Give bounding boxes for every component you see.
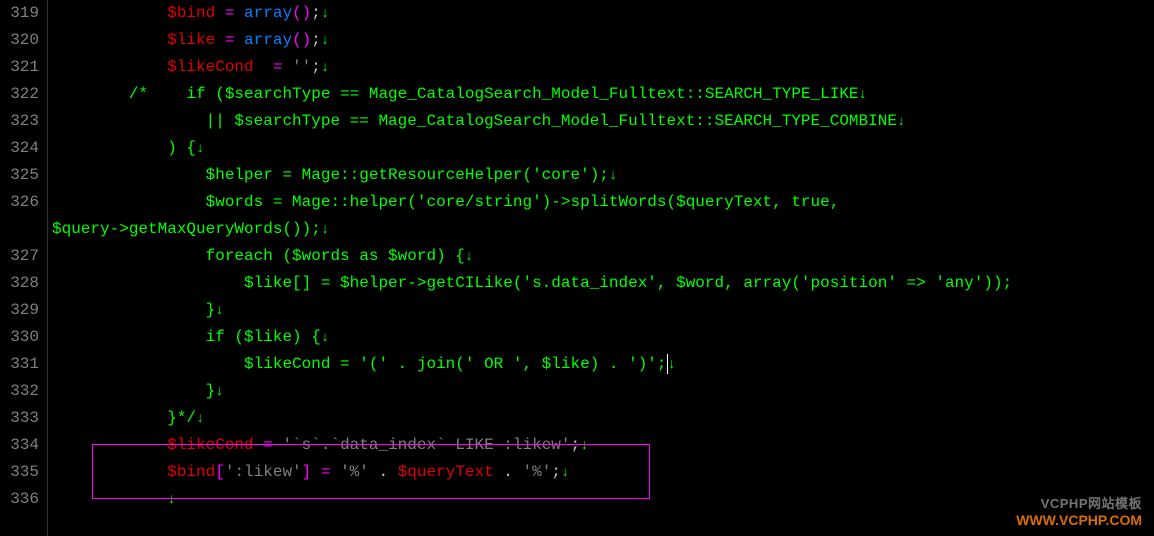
newline-icon: ↓: [321, 33, 329, 49]
newline-icon: ↓: [609, 168, 617, 184]
newline-icon: ↓: [859, 87, 867, 103]
line-number: 335: [4, 459, 39, 486]
code-line[interactable]: || $searchType == Mage_CatalogSearch_Mod…: [52, 108, 1154, 135]
newline-icon: ↓: [196, 141, 204, 157]
newline-icon: ↓: [321, 222, 329, 238]
watermark-line1: VCPHP网站模板: [1016, 493, 1142, 512]
line-number: 322: [4, 81, 39, 108]
newline-icon: ↓: [196, 411, 204, 427]
line-number: 326: [4, 189, 39, 216]
newline-icon: ↓: [465, 249, 473, 265]
code-line[interactable]: $likeCond = '(' . join(' OR ', $like) . …: [52, 351, 1154, 378]
code-editor: 319 320 321 322 323 324 325 326 327 328 …: [0, 0, 1154, 536]
code-area[interactable]: $bind = array();↓ $like = array();↓ $lik…: [48, 0, 1154, 536]
code-line[interactable]: }↓: [52, 378, 1154, 405]
code-line[interactable]: $bind[':likew'] = '%' . $queryText . '%'…: [52, 459, 1154, 486]
code-line[interactable]: ) {↓: [52, 135, 1154, 162]
code-line[interactable]: $helper = Mage::getResourceHelper('core'…: [52, 162, 1154, 189]
newline-icon: ↓: [321, 330, 329, 346]
newline-icon: ↓: [215, 384, 223, 400]
line-number: 321: [4, 54, 39, 81]
line-number: 320: [4, 27, 39, 54]
newline-icon: ↓: [580, 438, 588, 454]
newline-icon: ↓: [668, 357, 676, 373]
line-number: [4, 216, 39, 243]
line-number: 328: [4, 270, 39, 297]
line-number: 323: [4, 108, 39, 135]
line-number: 329: [4, 297, 39, 324]
newline-icon: ↓: [897, 114, 905, 130]
line-number: 319: [4, 0, 39, 27]
code-line[interactable]: /* if ($searchType == Mage_CatalogSearch…: [52, 81, 1154, 108]
code-line[interactable]: ↓: [52, 486, 1154, 513]
code-line[interactable]: $like[] = $helper->getCILike('s.data_ind…: [52, 270, 1154, 297]
code-line[interactable]: }↓: [52, 297, 1154, 324]
line-gutter: 319 320 321 322 323 324 325 326 327 328 …: [0, 0, 48, 536]
watermark-line2: WWW.VCPHP.COM: [1016, 512, 1142, 528]
line-number: 332: [4, 378, 39, 405]
newline-icon: ↓: [321, 60, 329, 76]
code-line[interactable]: if ($like) {↓: [52, 324, 1154, 351]
code-line[interactable]: foreach ($words as $word) {↓: [52, 243, 1154, 270]
line-number: 333: [4, 405, 39, 432]
line-number: 325: [4, 162, 39, 189]
code-line[interactable]: $query->getMaxQueryWords());↓: [52, 216, 1154, 243]
watermark: VCPHP网站模板 WWW.VCPHP.COM: [1016, 493, 1142, 528]
line-number: 331: [4, 351, 39, 378]
newline-icon: ↓: [167, 492, 175, 508]
line-number: 334: [4, 432, 39, 459]
code-line[interactable]: $likeCond = '';↓: [52, 54, 1154, 81]
line-number: 336: [4, 486, 39, 513]
newline-icon: ↓: [215, 303, 223, 319]
newline-icon: ↓: [561, 465, 569, 481]
code-line[interactable]: }*/↓: [52, 405, 1154, 432]
line-number: 327: [4, 243, 39, 270]
code-line[interactable]: $words = Mage::helper('core/string')->sp…: [52, 189, 1154, 216]
line-number: 324: [4, 135, 39, 162]
code-line[interactable]: $likeCond = '`s`.`data_index` LIKE :like…: [52, 432, 1154, 459]
line-number: 330: [4, 324, 39, 351]
code-line[interactable]: $bind = array();↓: [52, 0, 1154, 27]
code-line[interactable]: $like = array();↓: [52, 27, 1154, 54]
newline-icon: ↓: [321, 6, 329, 22]
